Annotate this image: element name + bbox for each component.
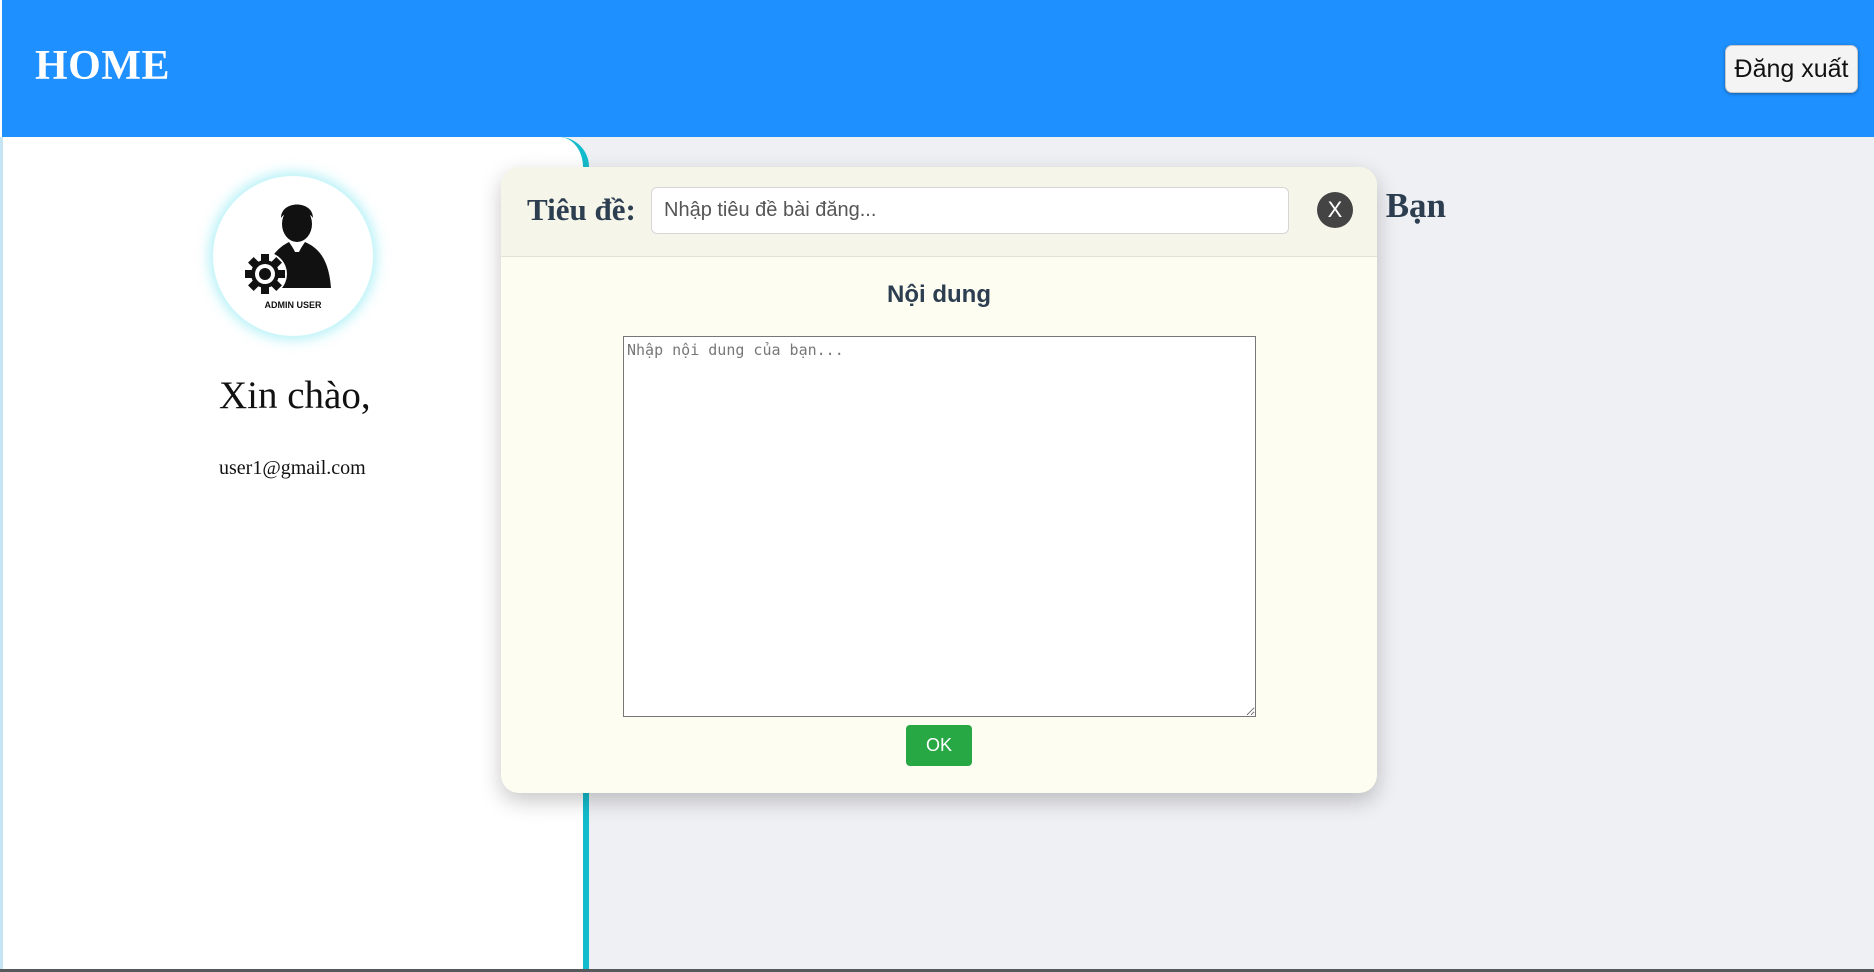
avatar-caption: ADMIN USER: [264, 300, 322, 310]
close-icon: X: [1327, 197, 1343, 222]
greeting-text: Xin chào,: [219, 374, 371, 417]
post-title-input[interactable]: [651, 187, 1289, 234]
new-post-modal: Tiêu đề: X Nội dung OK: [501, 167, 1377, 793]
admin-user-icon: [243, 204, 331, 296]
home-title[interactable]: HOME: [35, 42, 170, 90]
admin-user-avatar: ADMIN USER: [213, 176, 373, 336]
logout-button[interactable]: Đăng xuất: [1725, 45, 1858, 93]
content-label: Nội dung: [887, 281, 991, 308]
post-content-textarea[interactable]: [623, 336, 1256, 717]
top-header: HOME Đăng xuất: [2, 0, 1874, 137]
title-label: Tiêu đề:: [527, 192, 636, 227]
close-modal-button[interactable]: X: [1317, 192, 1353, 228]
user-email: user1@gmail.com: [219, 457, 366, 479]
ok-button[interactable]: OK: [906, 725, 972, 766]
modal-header: Tiêu đề: X: [501, 167, 1377, 257]
page: HOME Đăng xuất ADMIN USER Xin chào, user…: [0, 0, 1874, 972]
